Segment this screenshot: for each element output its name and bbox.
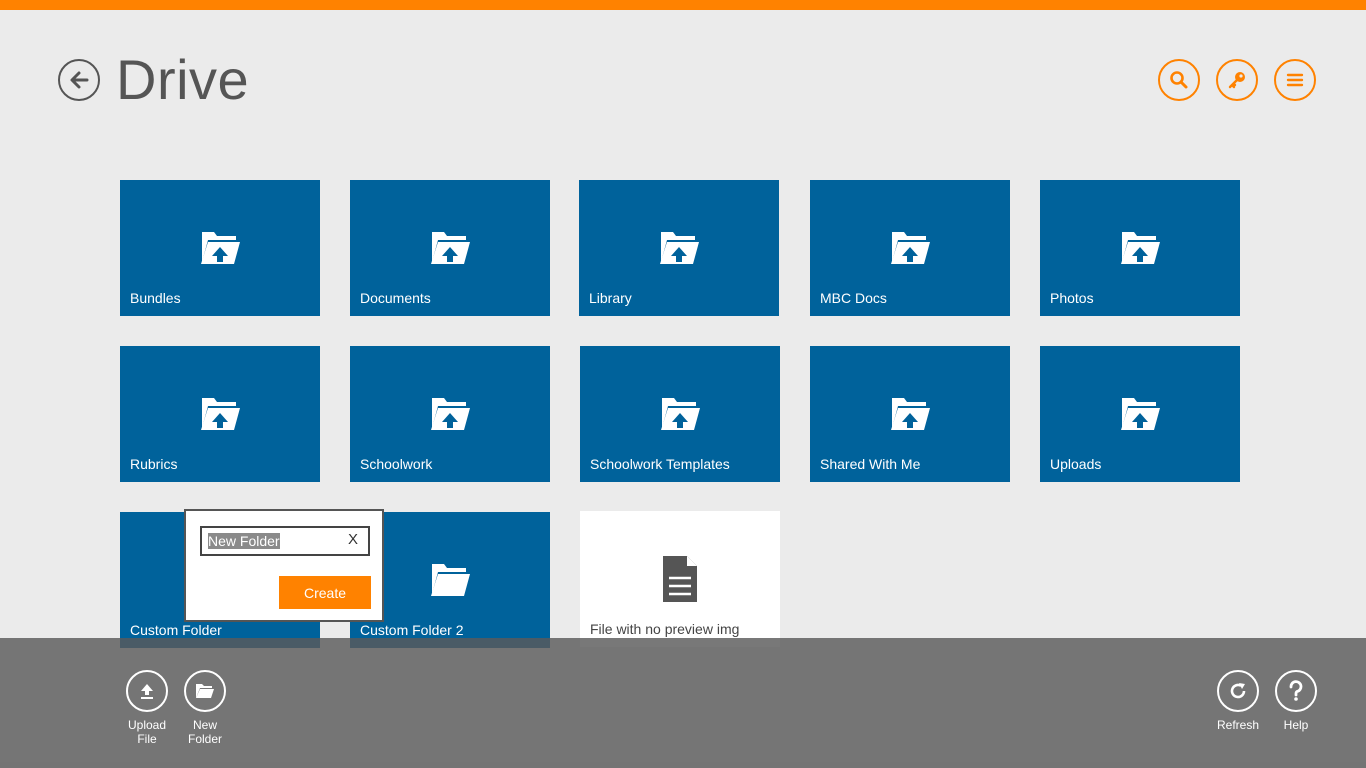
- search-icon: [1170, 71, 1188, 89]
- create-button[interactable]: Create: [279, 576, 371, 609]
- folder-tile-documents[interactable]: Documents: [350, 180, 550, 316]
- app-bar: Upload File New Folder Refresh Help: [0, 638, 1366, 768]
- folder-label: Custom Folder 2: [360, 622, 464, 638]
- folder-tile-photos[interactable]: Photos: [1040, 180, 1240, 316]
- folder-tile-mbc-docs[interactable]: MBC Docs: [810, 180, 1010, 316]
- folder-tile-schoolwork[interactable]: Schoolwork: [350, 346, 550, 482]
- cloud-folder-icon: [1121, 232, 1160, 264]
- folder-label: Bundles: [130, 290, 181, 306]
- hamburger-menu-icon: [1286, 73, 1304, 87]
- key-button[interactable]: [1216, 59, 1258, 101]
- cloud-folder-icon: [201, 398, 240, 430]
- document-icon: [663, 556, 697, 602]
- folder-label: MBC Docs: [820, 290, 887, 306]
- folder-open-icon: [196, 684, 214, 698]
- refresh-button[interactable]: Refresh: [1208, 670, 1268, 732]
- help-button[interactable]: Help: [1266, 670, 1326, 732]
- key-icon: [1228, 72, 1245, 89]
- cloud-folder-icon: [891, 232, 930, 264]
- page-title: Drive: [116, 48, 250, 111]
- folder-tile-shared-with-me[interactable]: Shared With Me: [810, 346, 1010, 482]
- menu-button[interactable]: [1274, 59, 1316, 101]
- arrow-left-icon: [70, 71, 89, 89]
- cloud-folder-icon: [201, 232, 240, 264]
- top-accent-bar: [0, 0, 1366, 10]
- folder-label: Schoolwork Templates: [590, 456, 730, 472]
- help-button-circle[interactable]: [1275, 670, 1317, 712]
- folder-label: Photos: [1050, 290, 1094, 306]
- folder-name-input[interactable]: New Folder: [200, 526, 370, 556]
- new-folder-button-circle[interactable]: [184, 670, 226, 712]
- folder-tile-rubrics[interactable]: Rubrics: [120, 346, 320, 482]
- new-folder-popup: New Folder X Create: [184, 509, 384, 622]
- folder-label: Custom Folder: [130, 622, 222, 638]
- back-button[interactable]: [58, 59, 100, 101]
- help-label: Help: [1283, 718, 1309, 732]
- folder-label: Library: [589, 290, 632, 306]
- folder-tile-library[interactable]: Library: [579, 180, 779, 316]
- refresh-button-circle[interactable]: [1217, 670, 1259, 712]
- new-folder-label: New Folder: [187, 718, 222, 746]
- folder-tile-schoolwork-templates[interactable]: Schoolwork Templates: [580, 346, 780, 482]
- upload-icon: [141, 684, 153, 699]
- refresh-icon: [1230, 683, 1246, 699]
- folder-label: Shared With Me: [820, 456, 921, 472]
- cloud-folder-icon: [1121, 398, 1160, 430]
- upload-file-button[interactable]: Upload File: [117, 670, 177, 746]
- folder-label: Documents: [360, 290, 431, 306]
- clear-input-button[interactable]: X: [348, 531, 358, 548]
- file-tile[interactable]: File with no preview img: [580, 511, 780, 647]
- folder-label: Rubrics: [130, 456, 178, 472]
- cloud-folder-icon: [660, 232, 699, 264]
- file-label: File with no preview img: [590, 621, 740, 637]
- folder-tile-bundles[interactable]: Bundles: [120, 180, 320, 316]
- refresh-label: Refresh: [1216, 718, 1260, 732]
- folder-tile-uploads[interactable]: Uploads: [1040, 346, 1240, 482]
- upload-file-label: Upload File: [127, 718, 167, 746]
- help-icon: [1289, 680, 1303, 701]
- folder-label: Uploads: [1050, 456, 1102, 472]
- folder-name-value: New Folder: [208, 533, 280, 549]
- folder-label: Schoolwork: [360, 456, 433, 472]
- cloud-folder-icon: [431, 398, 470, 430]
- cloud-folder-icon: [431, 232, 470, 264]
- upload-button-circle[interactable]: [126, 670, 168, 712]
- folder-open-icon: [431, 564, 470, 596]
- cloud-folder-icon: [891, 398, 930, 430]
- search-button[interactable]: [1158, 59, 1200, 101]
- new-folder-button[interactable]: New Folder: [175, 670, 235, 746]
- cloud-folder-icon: [661, 398, 700, 430]
